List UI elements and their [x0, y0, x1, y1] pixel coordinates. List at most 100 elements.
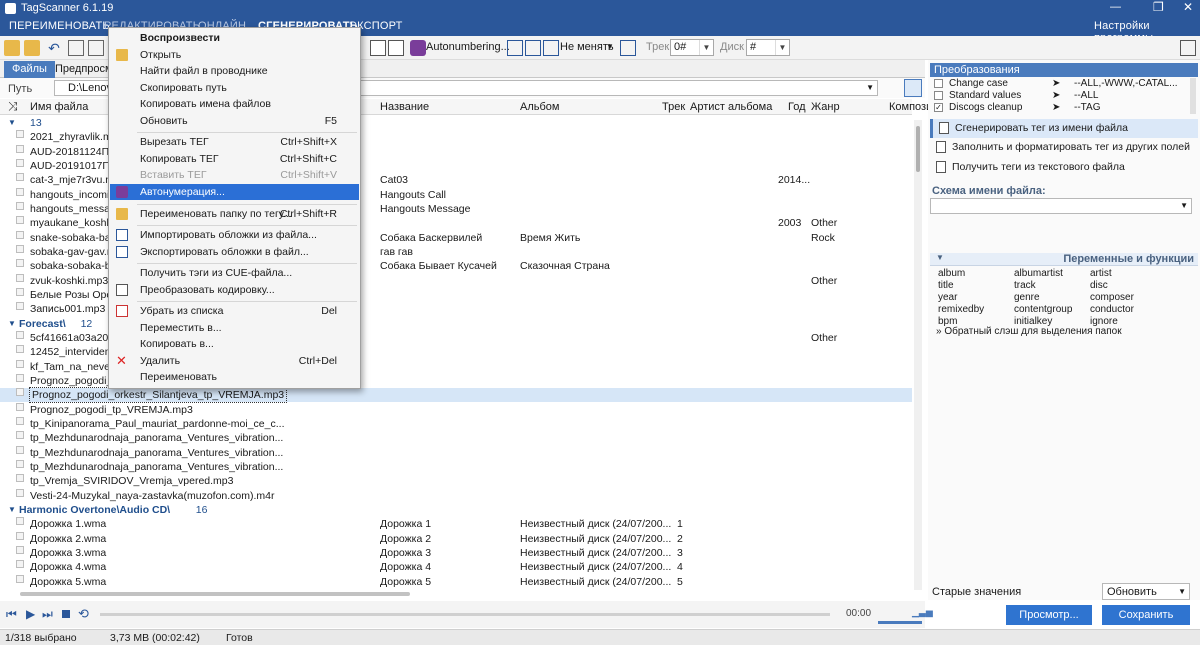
variable-token[interactable]: artist — [1090, 268, 1112, 279]
row-checkbox[interactable] — [16, 531, 24, 540]
file-icon[interactable] — [370, 40, 386, 56]
menu-item-15[interactable]: Экспортировать обложки в файл... — [110, 244, 359, 260]
row-checkbox[interactable] — [16, 388, 24, 397]
previous-icon[interactable]: ⏮ — [6, 607, 17, 622]
row-checkbox[interactable] — [16, 173, 24, 182]
track-select[interactable]: 0# ▼ — [670, 39, 714, 56]
transform-item[interactable]: ✓ Discogs cleanup ➤ --TAG — [934, 102, 1190, 114]
menu-item-23[interactable]: ✕ Удалить Ctrl+Del — [110, 353, 359, 369]
row-checkbox[interactable] — [16, 459, 24, 468]
group-header[interactable]: ▼ Harmonic Overtone\Audio CD\ 16 — [0, 503, 912, 517]
row-checkbox[interactable] — [16, 345, 24, 354]
autonumbering-icon[interactable] — [410, 40, 426, 56]
transform-item[interactable]: Standard values ➤ --ALL — [934, 90, 1190, 102]
row-checkbox[interactable] — [16, 259, 24, 268]
file-tag-icon[interactable] — [388, 40, 404, 56]
table-row[interactable]: Vesti-24-Muzykal_naya-zastavka(muzofon.c… — [0, 488, 912, 503]
variable-token[interactable]: genre — [1014, 292, 1040, 303]
maximize-icon[interactable]: ❐ — [1153, 0, 1164, 14]
row-checkbox[interactable] — [16, 273, 24, 282]
shuffle-icon[interactable]: ⤨ — [8, 99, 18, 114]
close-icon[interactable]: ✕ — [1183, 0, 1193, 14]
save-button[interactable]: Сохранить — [1102, 605, 1190, 625]
collapse-icon[interactable]: ▼ — [936, 253, 944, 262]
col-genre[interactable]: Жанр — [811, 101, 840, 113]
undo-icon[interactable]: ↶ — [46, 40, 62, 56]
table-row[interactable]: Дорожка 5.wma Дорожка 5 Неизвестный диск (… — [0, 574, 912, 589]
col-title[interactable]: Название — [380, 101, 429, 113]
row-checkbox[interactable] — [16, 187, 24, 196]
row-checkbox[interactable] — [16, 373, 24, 382]
grid-icon[interactable] — [68, 40, 84, 56]
seek-bar[interactable] — [100, 613, 830, 616]
refresh-select[interactable]: Обновить ▼ — [1102, 583, 1190, 600]
row-checkbox[interactable] — [16, 431, 24, 440]
menu-item-20[interactable]: Убрать из списка Del — [110, 303, 359, 319]
col-albumartist[interactable]: Артист альбома — [690, 101, 772, 113]
menu-item-24[interactable]: Переименовать — [110, 369, 359, 385]
disc-select[interactable]: # ▼ — [746, 39, 790, 56]
row-checkbox[interactable] — [16, 130, 24, 139]
table-row[interactable]: Дорожка 2.wma Дорожка 2 Неизвестный диск (… — [0, 531, 912, 546]
menu-item-21[interactable]: Переместить в... — [110, 320, 359, 336]
row-checkbox[interactable] — [16, 445, 24, 454]
import-icon[interactable] — [507, 40, 523, 56]
table-row[interactable]: tp_Vremja_SVIRIDOV_Vremja_vpered.mp3 — [0, 474, 912, 488]
table-row[interactable]: tp_Kinipanorama_Paul_mauriat_pardonne-mo… — [0, 416, 912, 431]
col-filename[interactable]: Имя файла — [30, 101, 88, 113]
horizontal-scrollbar[interactable] — [20, 592, 410, 596]
collapse-icon[interactable]: ▼ — [8, 503, 16, 517]
transform-checkbox[interactable] — [934, 91, 943, 100]
variable-token[interactable]: title — [938, 280, 954, 291]
row-checkbox[interactable] — [16, 244, 24, 253]
menu-item-17[interactable]: Получить тэги из CUE-файла... — [110, 265, 359, 281]
fill-format-button[interactable]: Заполнить и форматировать тег из других … — [930, 138, 1198, 157]
next-icon[interactable]: ⏭ — [42, 607, 53, 622]
row-checkbox[interactable] — [16, 474, 24, 483]
table-row[interactable]: Prognoz_pogodi_tp_VREMJA.mp3 — [0, 402, 912, 417]
col-album[interactable]: Альбом — [520, 101, 559, 113]
menu-item-2[interactable]: Найти файл в проводнике — [110, 63, 359, 79]
row-checkbox[interactable] — [16, 230, 24, 239]
chevron-down-icon[interactable]: ▼ — [606, 42, 614, 51]
variable-token[interactable]: year — [938, 292, 957, 303]
volume-icon[interactable]: ▁▃▅ — [912, 607, 933, 618]
col-year[interactable]: Год — [788, 101, 806, 113]
menu-item-5[interactable]: Обновить F5 — [110, 113, 359, 129]
collapse-icon[interactable]: ▼ — [8, 116, 16, 130]
row-checkbox[interactable] — [16, 359, 24, 368]
transform-checkbox[interactable]: ✓ — [934, 103, 943, 112]
row-checkbox[interactable] — [16, 517, 24, 526]
row-checkbox[interactable] — [16, 201, 24, 210]
table-row[interactable]: Prognoz_pogodi_orkestr_Silantjeva_tp_VRE… — [0, 387, 912, 404]
generate-from-filename-button[interactable]: Сгенерировать тег из имени файла — [930, 119, 1198, 138]
row-checkbox[interactable] — [16, 574, 24, 583]
list-icon[interactable] — [88, 40, 104, 56]
menu-item-8[interactable]: Копировать ТЕГ Ctrl+Shift+C — [110, 151, 359, 167]
volume-bar[interactable] — [878, 621, 922, 624]
variable-token[interactable]: contentgroup — [1014, 304, 1072, 315]
menu-item-3[interactable]: Скопировать путь — [110, 80, 359, 96]
vertical-scrollbar[interactable] — [914, 120, 922, 590]
menu-item-22[interactable]: Копировать в... — [110, 336, 359, 352]
table-row[interactable]: tp_Mezhdunarodnaja_panorama_Ventures_vib… — [0, 445, 912, 460]
menu-item-10[interactable]: Автонумерация... — [110, 183, 359, 200]
transform-checkbox[interactable] — [934, 79, 943, 88]
variable-token[interactable]: conductor — [1090, 304, 1134, 315]
preview-button[interactable]: Просмотр... — [1006, 605, 1092, 625]
col-composer[interactable]: Компози — [889, 101, 932, 113]
variable-token[interactable]: track — [1014, 280, 1036, 291]
row-checkbox[interactable] — [16, 330, 24, 339]
variable-token[interactable]: disc — [1090, 280, 1108, 291]
menu-item-1[interactable]: Открыть — [110, 47, 359, 63]
browse-icon[interactable] — [904, 79, 922, 97]
row-checkbox[interactable] — [16, 416, 24, 425]
row-checkbox[interactable] — [16, 402, 24, 411]
tags-from-text-button[interactable]: Получить теги из текстового файла — [930, 158, 1198, 177]
schema-input[interactable]: ▼ — [930, 198, 1192, 214]
row-checkbox[interactable] — [16, 560, 24, 569]
play-icon[interactable]: ▶ — [26, 607, 35, 621]
stop-icon[interactable] — [62, 610, 70, 618]
variable-token[interactable]: remixedby — [938, 304, 984, 315]
row-checkbox[interactable] — [16, 216, 24, 225]
